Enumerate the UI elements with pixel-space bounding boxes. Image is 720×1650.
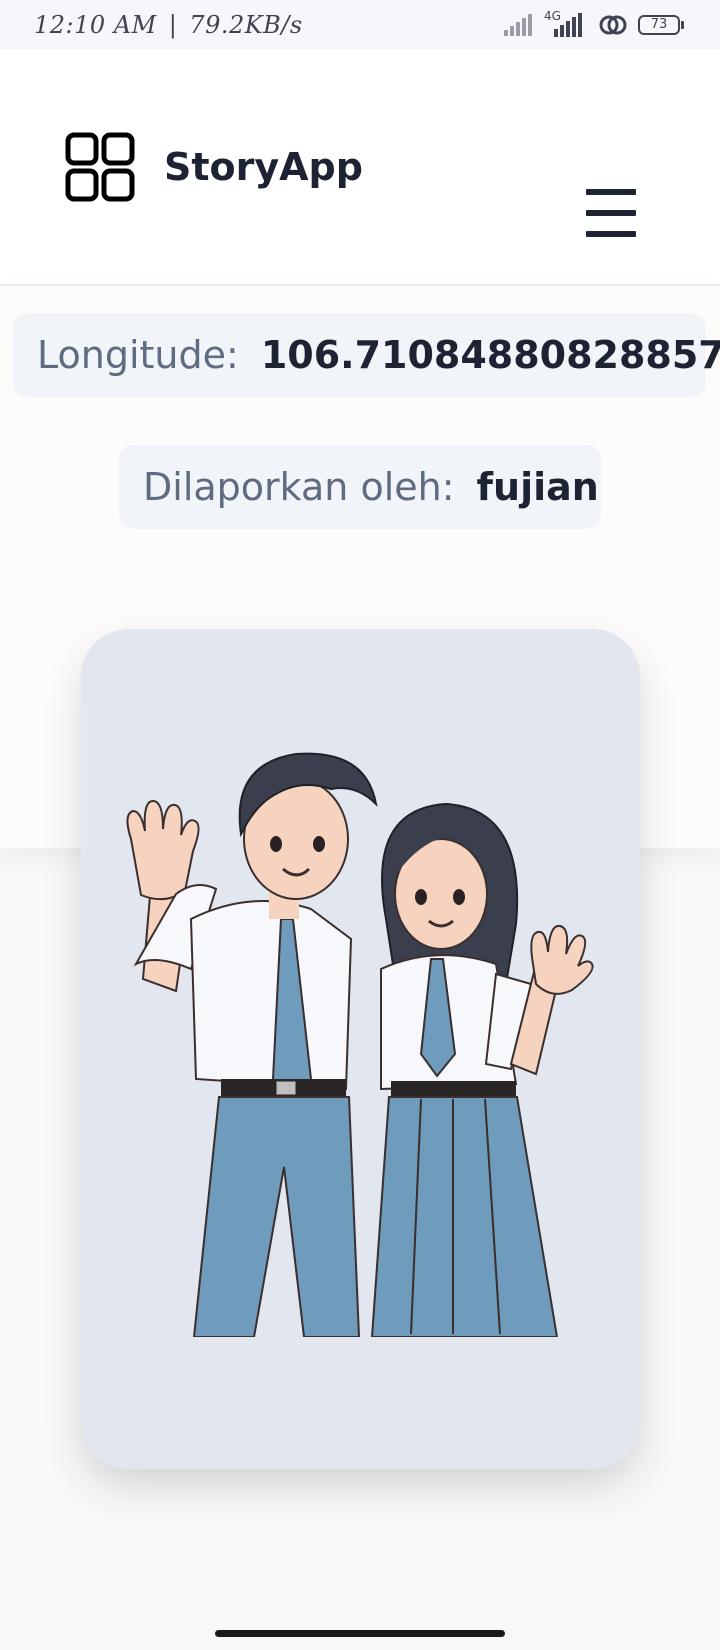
status-network-speed: 79.2KB/s [189, 10, 303, 39]
longitude-info: Longitude: 106.71084880828857 [13, 313, 720, 397]
status-bar: 12:10 AM | 79.2KB/s 4G 73 [0, 0, 720, 49]
status-time: 12:10 AM [34, 10, 157, 39]
reporter-info: Dilaporkan oleh: fujian [119, 445, 601, 529]
story-illustration [81, 752, 640, 1469]
battery-icon: 73 [638, 14, 684, 35]
grid-icon[interactable] [64, 131, 136, 203]
app-header: StoryApp [0, 49, 720, 285]
status-left: 12:10 AM | 79.2KB/s [34, 11, 303, 39]
status-icons: 4G 73 [502, 9, 684, 37]
battery-level: 73 [638, 14, 680, 35]
signal-icon [504, 13, 532, 36]
status-separator: | [168, 10, 178, 39]
hamburger-menu-icon[interactable] [586, 189, 636, 237]
hotspot-icon [599, 15, 627, 34]
longitude-label: Longitude: [37, 333, 239, 377]
home-indicator[interactable] [215, 1630, 505, 1637]
longitude-value: 106.71084880828857 [260, 333, 720, 377]
signal-4g-icon: 4G [544, 9, 588, 37]
reporter-label: Dilaporkan oleh: [143, 465, 455, 509]
story-photo-card[interactable] [81, 629, 640, 1469]
app-title[interactable]: StoryApp [164, 145, 363, 189]
reporter-value: fujian [476, 465, 599, 509]
